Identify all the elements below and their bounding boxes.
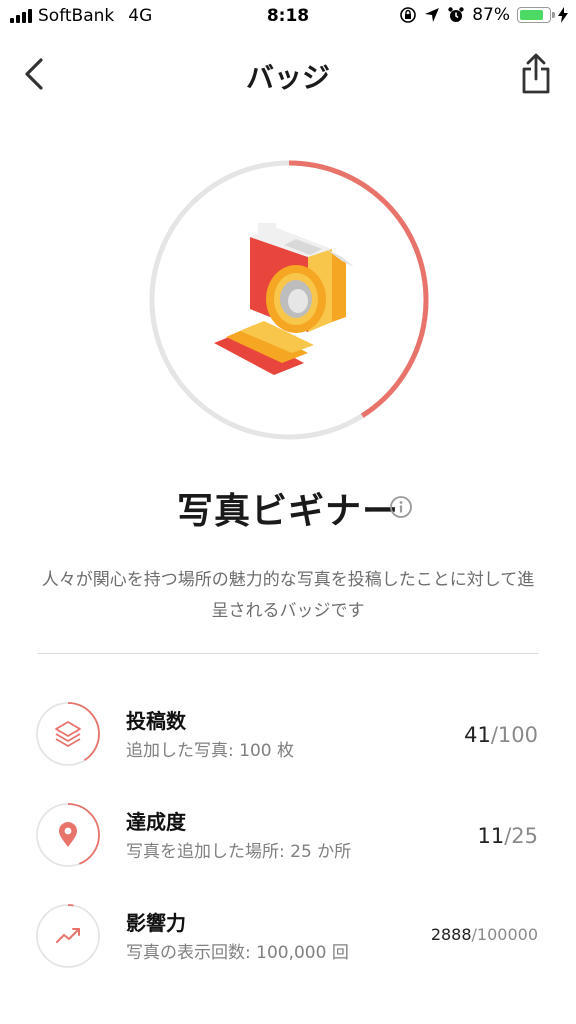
stat-achievement: 達成度 写真を追加した場所: 25 か所 11/25 (0, 802, 576, 872)
stat-label: 投稿数 (126, 709, 186, 733)
status-bar: SoftBank 4G 8:18 87% (0, 0, 576, 34)
info-icon[interactable] (389, 495, 413, 519)
badge-description: 人々が関心を持つ場所の魅力的な写真を投稿したことに対して進呈されるバッジです (41, 570, 535, 621)
battery-percent: 87% (472, 5, 510, 25)
stat-value: 41/100 (464, 723, 538, 747)
battery-icon (517, 7, 555, 23)
stat-label: 影響力 (126, 911, 186, 935)
trending-up-icon (56, 928, 80, 943)
stat-progress-ring (36, 803, 100, 867)
charging-icon (558, 7, 568, 23)
divider (37, 653, 539, 654)
camera-badge-icon (214, 223, 354, 375)
alarm-icon (448, 7, 464, 22)
stat-value: 11/25 (477, 824, 538, 848)
stat-description: 写真の表示回数: 100,000 回 (126, 943, 349, 963)
stat-description: 追加した写真: 100 枚 (126, 741, 294, 761)
stat-posts: 投稿数 追加した写真: 100 枚 41/100 (0, 701, 576, 771)
badge-title: 写真ビギナー (0, 482, 576, 534)
orientation-lock-icon (400, 7, 417, 23)
page-title: バッジ (245, 61, 330, 94)
stat-progress-ring (36, 904, 100, 968)
badge-progress-ring (149, 160, 429, 440)
map-pin-icon (59, 822, 77, 847)
stat-progress-ring (36, 702, 100, 766)
location-arrow-icon (425, 8, 440, 22)
stat-description: 写真を追加した場所: 25 か所 (126, 842, 352, 862)
navigation-bar: バッジ (0, 40, 576, 108)
stat-influence: 影響力 写真の表示回数: 100,000 回 2888/100000 (0, 903, 576, 973)
stat-value: 2888/100000 (430, 925, 538, 944)
layers-icon (55, 721, 81, 747)
share-icon[interactable] (516, 52, 556, 96)
badge-name: 写真ビギナー (176, 491, 399, 532)
stat-label: 達成度 (126, 810, 186, 834)
